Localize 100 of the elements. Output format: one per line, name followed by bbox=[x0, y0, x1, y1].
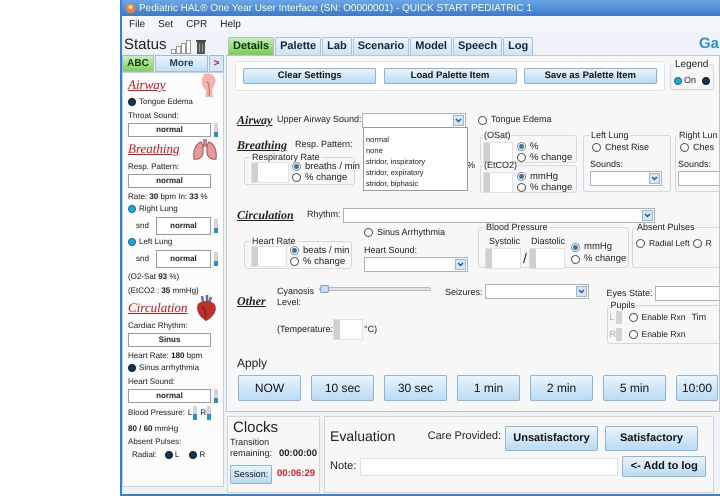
apply-button[interactable]: 10 sec bbox=[311, 375, 374, 401]
radio-option[interactable]: % change bbox=[292, 172, 360, 183]
toolbar-button[interactable]: Save as Palette Item bbox=[524, 68, 657, 84]
tab[interactable]: Details bbox=[228, 37, 274, 55]
status-text: 80 / 60 mmHg bbox=[128, 423, 180, 434]
section-heading: Circulation bbox=[237, 208, 294, 222]
group-title: (OSat) bbox=[483, 130, 512, 141]
apply-button[interactable]: 1 min bbox=[457, 375, 520, 401]
tab[interactable]: More bbox=[155, 55, 208, 72]
field-label: Heart Sound: bbox=[364, 244, 418, 256]
clock-time: 00:06:29 bbox=[277, 467, 316, 482]
radio-option[interactable]: Enable Rxn bbox=[628, 311, 686, 324]
radio-option[interactable]: Chest Rise bbox=[592, 141, 664, 154]
status-label: L bbox=[188, 407, 192, 419]
apply-button[interactable]: 30 sec bbox=[384, 375, 447, 401]
add-to-log-button[interactable]: <- Add to log bbox=[622, 456, 706, 477]
field-label: R bbox=[610, 328, 615, 340]
status-label: R bbox=[200, 407, 206, 419]
status-label: Right Lung bbox=[139, 203, 178, 215]
window-title: Pediatric HAL® One Year User Interface (SN: O0000001) - QUICK START PEDIATRIC 1 bbox=[139, 2, 532, 16]
menu-item[interactable]: CPR bbox=[186, 16, 208, 32]
group-title: Pupils bbox=[610, 300, 636, 311]
status-label: Radial: bbox=[132, 449, 157, 461]
apply-button[interactable]: 10:00 bbox=[676, 375, 718, 401]
status-text: (EtCO2 : 35 mmHg) bbox=[128, 285, 200, 296]
toolbar-button[interactable]: Clear Settings bbox=[243, 68, 376, 84]
status-label: Sinus arrhythmia bbox=[139, 362, 200, 374]
tab[interactable]: Lab bbox=[322, 37, 352, 55]
status-label: Absent Pulses: bbox=[128, 436, 182, 447]
value-field: normal bbox=[128, 123, 211, 137]
menu-item[interactable]: File bbox=[129, 16, 146, 32]
tab[interactable]: ABC bbox=[122, 55, 154, 72]
status-text: (O2-Sat 93 %) bbox=[128, 271, 180, 282]
tab[interactable]: Scenario bbox=[352, 37, 410, 55]
tab[interactable]: Palette bbox=[275, 37, 322, 55]
radio-option[interactable]: Tongue Edema bbox=[478, 113, 552, 127]
radio-option[interactable]: R bbox=[692, 237, 712, 250]
tab[interactable]: Log bbox=[503, 37, 534, 55]
clock-label: Transition remaining: bbox=[230, 437, 274, 459]
group-title: Heart Rate bbox=[251, 236, 297, 247]
field-label: Rhythm: bbox=[307, 208, 342, 222]
group-title: Right Lun bbox=[678, 130, 719, 141]
field-label: Tim bbox=[691, 311, 706, 324]
legend-label: On bbox=[684, 74, 696, 87]
apply-button[interactable]: NOW bbox=[238, 375, 301, 401]
radio-option[interactable]: Ches bbox=[680, 141, 719, 154]
rating-button[interactable]: Unsatisfactory bbox=[505, 426, 598, 451]
panel-title: Status bbox=[124, 36, 167, 54]
rating-button[interactable]: Satisfactory bbox=[605, 426, 698, 451]
value-field: Sinus bbox=[128, 333, 211, 347]
panel-title: Evaluation bbox=[330, 427, 396, 446]
status-label: Throat Sound: bbox=[128, 110, 180, 121]
radio-option[interactable]: breaths / min bbox=[292, 161, 360, 172]
radio-option[interactable]: Radial Left bbox=[636, 237, 690, 250]
group-title: (EtCO2) bbox=[483, 160, 518, 171]
apply-button[interactable]: 2 min bbox=[530, 375, 593, 401]
status-label: Blood Pressure: bbox=[128, 407, 185, 419]
section-heading: Airway bbox=[237, 113, 272, 127]
radio-option[interactable]: % change bbox=[290, 256, 350, 267]
section-title: Apply bbox=[237, 355, 268, 372]
radio-option[interactable]: % change bbox=[517, 152, 572, 163]
section-heading: Circulation bbox=[128, 298, 188, 317]
value-field: normal bbox=[128, 174, 211, 188]
menu-item[interactable]: Set bbox=[158, 16, 174, 32]
section-heading: Other bbox=[237, 294, 266, 308]
radio-option[interactable]: beats / min bbox=[290, 245, 350, 256]
tab[interactable]: > bbox=[209, 55, 224, 72]
apply-button[interactable]: 5 min bbox=[603, 375, 666, 401]
radio-option[interactable]: % change bbox=[571, 253, 626, 265]
status-label: snd bbox=[136, 253, 149, 265]
tab[interactable]: Model bbox=[410, 37, 452, 55]
group-title: Left Lung bbox=[590, 130, 630, 141]
section-heading: Breathing bbox=[237, 138, 288, 152]
field-label: L bbox=[610, 311, 615, 324]
field-label: Resp. Pattern: bbox=[295, 138, 353, 152]
status-text: Rate: 30 bpm In: 33 % bbox=[128, 191, 209, 202]
radio-option[interactable]: mmHg bbox=[571, 241, 626, 253]
field-label: Upper Airway Sound: bbox=[277, 113, 362, 126]
tab[interactable]: Speech bbox=[452, 37, 502, 55]
value-field: normal bbox=[156, 250, 211, 268]
status-label: Cardiac Rhythm: bbox=[128, 320, 189, 331]
status-label: Left Lung bbox=[139, 236, 172, 248]
toolbar-button[interactable]: Load Palette Item bbox=[384, 68, 516, 84]
radio-option[interactable]: mmHg bbox=[517, 171, 572, 182]
radio-option[interactable]: % change bbox=[517, 182, 572, 193]
radio-option[interactable]: Enable Rxn bbox=[628, 328, 686, 341]
session-button[interactable]: Session: bbox=[230, 465, 272, 484]
status-label: snd bbox=[136, 220, 149, 232]
status-label: Tongue Edema bbox=[139, 96, 193, 108]
panel-title: Clocks bbox=[233, 419, 280, 437]
unit-label: °C) bbox=[364, 322, 378, 336]
status-label: Heart Sound: bbox=[128, 376, 176, 387]
field-label: Care Provided: bbox=[428, 429, 501, 444]
value-field: normal bbox=[156, 217, 211, 235]
status-label: Resp. Pattern: bbox=[128, 161, 180, 172]
menu-item[interactable]: Help bbox=[220, 16, 241, 32]
radio-option[interactable]: % bbox=[517, 141, 572, 152]
status-text: Heart Rate: 180 bpm bbox=[128, 350, 204, 361]
radio-option[interactable]: Sinus Arrhythmia bbox=[364, 226, 470, 240]
section-heading: Airway bbox=[128, 76, 166, 94]
